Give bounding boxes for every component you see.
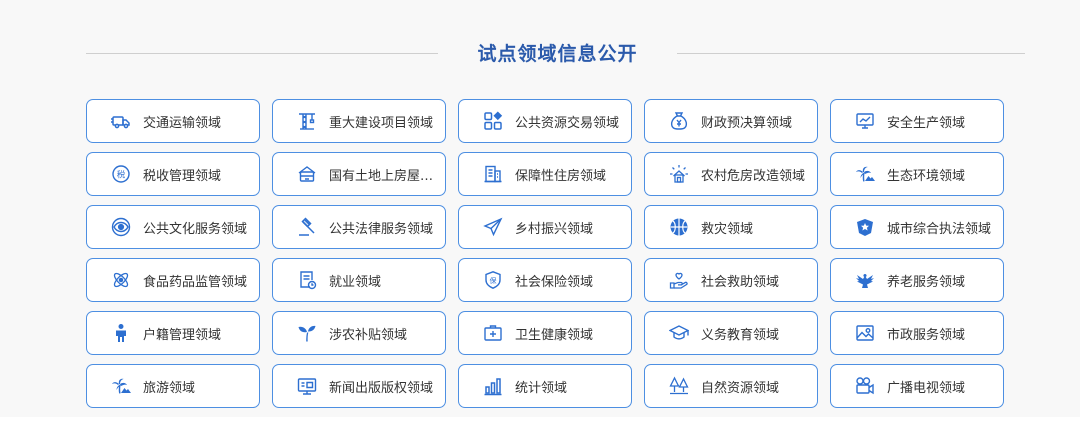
palm-tree-icon	[111, 376, 131, 396]
domain-link-2[interactable]: 重大建设项目领域	[272, 99, 446, 143]
domain-link-label: 生态环境领域	[887, 168, 966, 184]
domain-link-20[interactable]: 养老服务领域	[830, 258, 1004, 302]
domain-link-16[interactable]: 食品药品监管领域	[86, 258, 260, 302]
graduation-cap-icon	[669, 323, 689, 343]
domain-link-label: 公共文化服务领域	[143, 221, 248, 237]
domain-link-19[interactable]: 社会救助领域	[644, 258, 818, 302]
apartment-icon	[483, 164, 503, 184]
domain-link-label: 国有土地上房屋征...	[329, 168, 445, 184]
domain-link-label: 卫生健康领域	[515, 327, 594, 343]
domain-link-13[interactable]: 乡村振兴领域	[458, 205, 632, 249]
domain-link-label: 乡村振兴领域	[515, 221, 594, 237]
domain-link-22[interactable]: 涉农补贴领域	[272, 311, 446, 355]
domain-link-23[interactable]: 卫生健康领域	[458, 311, 632, 355]
domain-link-label: 涉农补贴领域	[329, 327, 408, 343]
palm-tree-icon	[855, 164, 875, 184]
section-heading: 试点领域信息公开	[0, 36, 1080, 72]
domain-link-15[interactable]: 城市综合执法领域	[830, 205, 1004, 249]
heading-divider-right	[677, 53, 1025, 54]
domain-link-label: 就业领域	[329, 274, 382, 290]
heading-divider-left	[86, 53, 438, 54]
sprout-icon	[297, 323, 317, 343]
domain-link-label: 公共法律服务领域	[329, 221, 434, 237]
domain-link-5[interactable]: 安全生产领域	[830, 99, 1004, 143]
domain-grid: 交通运输领域 重大建设项目领域 公共资源交易领域 财政预决算领域 安全生产领域税 税收管理…	[86, 99, 1004, 408]
house-icon	[297, 164, 317, 184]
domain-link-label: 养老服务领域	[887, 274, 966, 290]
domain-link-label: 自然资源领域	[701, 380, 780, 396]
domain-link-14[interactable]: 救灾领域	[644, 205, 818, 249]
domain-link-8[interactable]: 保障性住房领域	[458, 152, 632, 196]
bar-chart-icon	[483, 376, 503, 396]
camera-icon	[855, 376, 875, 396]
domain-link-label: 社会救助领域	[701, 274, 780, 290]
domain-link-label: 户籍管理领域	[143, 327, 222, 343]
news-screen-icon	[297, 376, 317, 396]
svg-text:税: 税	[117, 170, 126, 181]
domain-link-label: 安全生产领域	[887, 115, 966, 131]
domain-link-17[interactable]: 就业领域	[272, 258, 446, 302]
document-clock-icon	[297, 270, 317, 290]
domain-link-11[interactable]: 公共文化服务领域	[86, 205, 260, 249]
eye-circle-icon	[111, 217, 131, 237]
domain-link-28[interactable]: 统计领域	[458, 364, 632, 408]
domain-link-27[interactable]: 新闻出版版权领域	[272, 364, 446, 408]
domain-link-label: 重大建设项目领域	[329, 115, 434, 131]
domain-link-label: 统计领域	[515, 380, 568, 396]
domain-link-9[interactable]: 农村危房改造领域	[644, 152, 818, 196]
domain-link-label: 义务教育领域	[701, 327, 780, 343]
gavel-icon	[297, 217, 317, 237]
domain-link-label: 交通运输领域	[143, 115, 222, 131]
domain-link-label: 市政服务领域	[887, 327, 966, 343]
domain-link-label: 食品药品监管领域	[143, 274, 248, 290]
eagle-icon	[855, 270, 875, 290]
grid-apps-icon	[483, 111, 503, 131]
crane-icon	[297, 111, 317, 131]
domain-link-label: 新闻出版版权领域	[329, 380, 434, 396]
domain-link-label: 广播电视领域	[887, 380, 966, 396]
paper-plane-icon	[483, 217, 503, 237]
domain-link-1[interactable]: 交通运输领域	[86, 99, 260, 143]
picture-icon	[855, 323, 875, 343]
domain-link-29[interactable]: 自然资源领域	[644, 364, 818, 408]
medical-kit-icon	[483, 323, 503, 343]
domain-link-6[interactable]: 税 税收管理领域	[86, 152, 260, 196]
money-bag-icon	[669, 111, 689, 131]
domain-link-7[interactable]: 国有土地上房屋征...	[272, 152, 446, 196]
truck-icon	[111, 111, 131, 131]
domain-link-label: 救灾领域	[701, 221, 754, 237]
domain-link-label: 城市综合执法领域	[887, 221, 992, 237]
domain-link-12[interactable]: 公共法律服务领域	[272, 205, 446, 249]
helping-hand-icon	[669, 270, 689, 290]
police-badge-icon	[855, 217, 875, 237]
section-title: 试点领域信息公开	[477, 43, 638, 65]
domain-link-26[interactable]: 旅游领域	[86, 364, 260, 408]
shield-icon: 保	[483, 270, 503, 290]
sun-house-icon	[669, 164, 689, 184]
domain-link-25[interactable]: 市政服务领域	[830, 311, 1004, 355]
trees-icon	[669, 376, 689, 396]
monitor-chart-icon	[855, 111, 875, 131]
svg-text:保: 保	[490, 276, 497, 285]
domain-link-3[interactable]: 公共资源交易领域	[458, 99, 632, 143]
domain-link-4[interactable]: 财政预决算领域	[644, 99, 818, 143]
domain-link-10[interactable]: 生态环境领域	[830, 152, 1004, 196]
domain-link-label: 社会保险领域	[515, 274, 594, 290]
domain-link-18[interactable]: 保 社会保险领域	[458, 258, 632, 302]
info-panel: 试点领域信息公开 交通运输领域 重大建设项目领域 公共资源交易领域 财政预决算领域 安全…	[0, 0, 1080, 417]
domain-link-30[interactable]: 广播电视领域	[830, 364, 1004, 408]
tax-seal-icon: 税	[111, 164, 131, 184]
atom-icon	[111, 270, 131, 290]
domain-link-label: 税收管理领域	[143, 168, 222, 184]
domain-link-24[interactable]: 义务教育领域	[644, 311, 818, 355]
ball-icon	[669, 217, 689, 237]
person-icon	[111, 323, 131, 343]
domain-link-label: 农村危房改造领域	[701, 168, 806, 184]
domain-link-label: 公共资源交易领域	[515, 115, 620, 131]
domain-link-21[interactable]: 户籍管理领域	[86, 311, 260, 355]
domain-link-label: 旅游领域	[143, 380, 196, 396]
domain-link-label: 财政预决算领域	[701, 115, 793, 131]
domain-link-label: 保障性住房领域	[515, 168, 607, 184]
